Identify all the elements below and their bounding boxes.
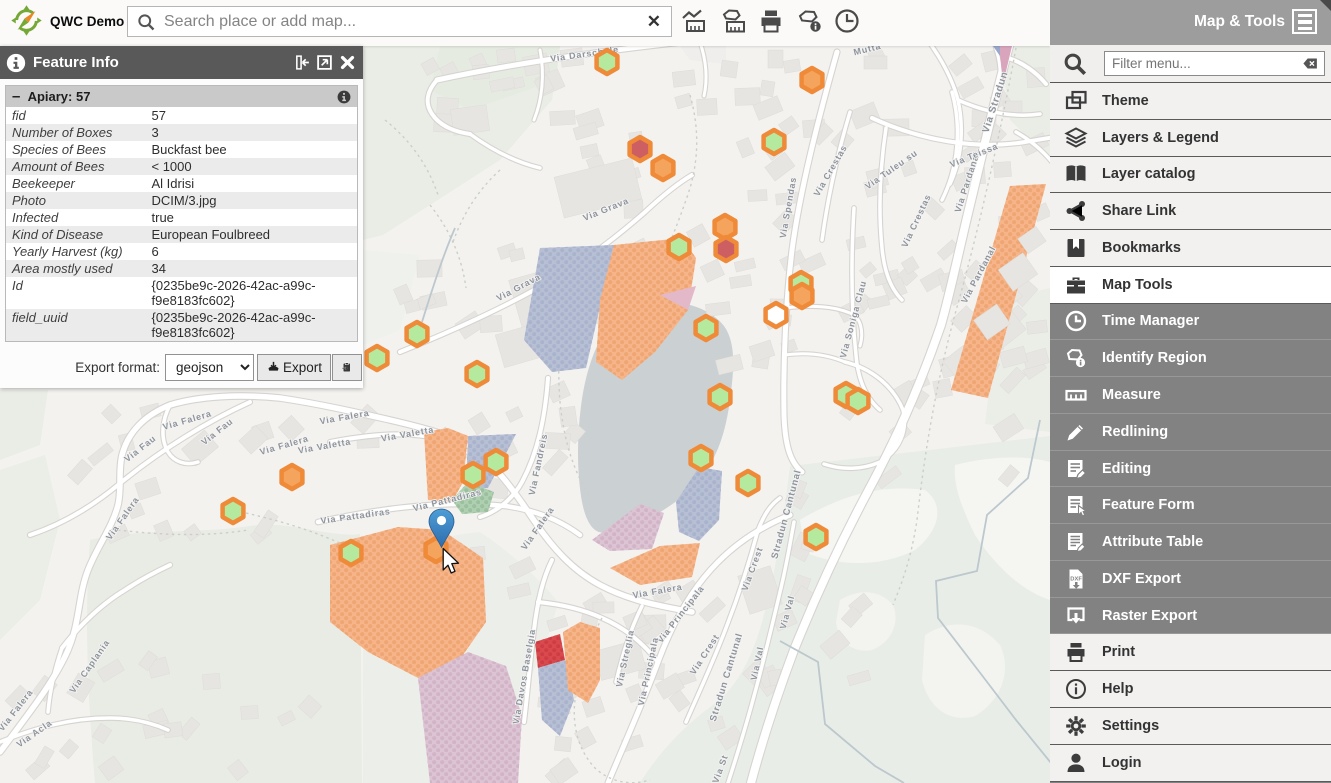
svg-text:DXF: DXF — [1070, 576, 1082, 582]
